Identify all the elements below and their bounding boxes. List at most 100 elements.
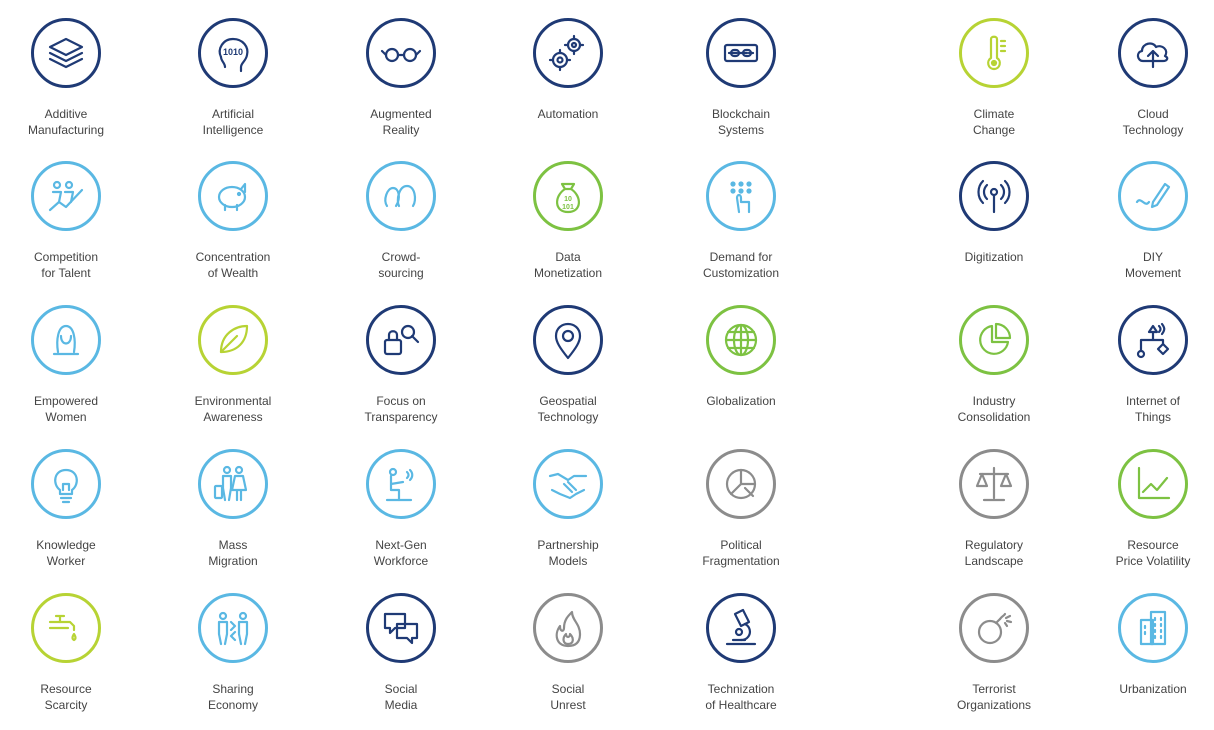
worker-laptop-icon: [385, 467, 414, 502]
trend-item: Blockchain Systems: [681, 15, 801, 155]
trend-item: Knowledge Worker: [6, 446, 126, 586]
trend-icon-circle: [31, 18, 101, 88]
trend-label: Blockchain Systems: [711, 107, 771, 137]
trend-icon-circle: [959, 161, 1029, 231]
cloud-upload-icon: [1136, 42, 1169, 69]
trend-label: Next-Gen Workforce: [373, 538, 429, 568]
people-chart-icon: [48, 180, 84, 212]
trend-icon-circle: [31, 593, 101, 663]
line-chart-icon: [1137, 466, 1171, 500]
trend-icon-circle: [706, 161, 776, 231]
trend-icon-circle: [959, 593, 1029, 663]
trend-icon-circle: 1010: [198, 18, 268, 88]
trend-icon-circle: [198, 161, 268, 231]
scales-icon: [975, 466, 1013, 502]
trend-label: Social Unrest: [550, 682, 586, 712]
layers-icon: [48, 37, 84, 69]
trend-icon-circle: [533, 593, 603, 663]
trend-label: Automation: [537, 107, 599, 121]
trend-item: Competition for Talent: [6, 158, 126, 298]
trend-item: Technization of Healthcare: [681, 590, 801, 730]
trend-label: Environmental Awareness: [194, 394, 272, 424]
trend-item: Additive Manufacturing: [6, 15, 126, 155]
trend-icon-circle: [706, 18, 776, 88]
trend-item: Urbanization: [1093, 590, 1213, 730]
trend-item: Terrorist Organizations: [934, 590, 1054, 730]
trend-item: Industry Consolidation: [934, 302, 1054, 442]
trend-item: Crowd- sourcing: [341, 158, 461, 298]
trend-label: Competition for Talent: [33, 250, 99, 280]
trend-icon-circle: [706, 593, 776, 663]
trend-item: Resource Scarcity: [6, 590, 126, 730]
trend-label: Social Media: [384, 682, 418, 712]
trend-label: Crowd- sourcing: [378, 250, 424, 280]
trend-item: 1010 Artificial Intelligence: [173, 15, 293, 155]
trend-icon-circle: [198, 449, 268, 519]
trend-icon-circle: [533, 18, 603, 88]
faucet-icon: [48, 614, 77, 642]
trend-icon-circle: [31, 305, 101, 375]
people-exchange-icon: [217, 611, 249, 646]
trend-icon-circle: [198, 593, 268, 663]
trend-item: Environmental Awareness: [173, 302, 293, 442]
trend-label: Political Fragmentation: [702, 538, 780, 568]
trend-icon-circle: [366, 18, 436, 88]
trend-icon-circle: [706, 449, 776, 519]
svg-text:1010: 1010: [223, 47, 243, 57]
trend-label: Regulatory Landscape: [964, 538, 1024, 568]
trend-icon-circle: [959, 449, 1029, 519]
trend-icon-circle: [198, 305, 268, 375]
trend-item: Mass Migration: [173, 446, 293, 586]
svg-text:101: 101: [562, 204, 574, 211]
handshake-icon: [548, 472, 588, 500]
trend-label: Industry Consolidation: [957, 394, 1031, 424]
trend-icon-circle: 10 101: [533, 161, 603, 231]
trend-label: Geospatial Technology: [537, 394, 599, 424]
trend-icon-circle: [706, 305, 776, 375]
trend-icon-circle: [366, 161, 436, 231]
touch-keypad-icon: [730, 181, 752, 214]
trend-item: Sharing Economy: [173, 590, 293, 730]
trend-icon-circle: [1118, 161, 1188, 231]
brain-binary-icon: 1010: [218, 37, 249, 73]
trend-label: Additive Manufacturing: [27, 107, 105, 137]
thermometer-icon: [987, 35, 1007, 71]
trend-label: Demand for Customization: [702, 250, 780, 280]
trend-icon-grid: Additive Manufacturing 1010 Artificial Int…: [0, 0, 1214, 712]
pie-chart-icon: [979, 322, 1012, 355]
trend-item: Focus on Transparency: [341, 302, 461, 442]
trend-icon-circle: [1118, 449, 1188, 519]
trend-label: Partnership Models: [537, 538, 599, 568]
trend-item: Resource Price Volatility: [1093, 446, 1213, 586]
trend-item: Augmented Reality: [341, 15, 461, 155]
trend-label: Technization of Healthcare: [705, 682, 777, 712]
trend-label: Resource Price Volatility: [1115, 538, 1191, 568]
trend-item: Automation: [508, 15, 628, 155]
trend-item: Next-Gen Workforce: [341, 446, 461, 586]
trend-icon-circle: [1118, 18, 1188, 88]
trend-label: Terrorist Organizations: [956, 682, 1032, 712]
trend-item: DIY Movement: [1093, 158, 1213, 298]
gears-icon: [548, 34, 585, 72]
trend-label: Urbanization: [1119, 682, 1187, 696]
globe-icon: [724, 323, 758, 357]
trend-label: Focus on Transparency: [364, 394, 438, 424]
trend-icon-circle: [31, 161, 101, 231]
trend-item: Social Unrest: [508, 590, 628, 730]
trend-icon-circle: [533, 305, 603, 375]
trend-item: Social Media: [341, 590, 461, 730]
trend-icon-circle: [366, 449, 436, 519]
svg-text:10: 10: [564, 196, 572, 203]
trend-icon-circle: [1118, 305, 1188, 375]
chat-bubbles-icon: [383, 612, 419, 645]
trend-item: Political Fragmentation: [681, 446, 801, 586]
trend-item: Empowered Women: [6, 302, 126, 442]
microscope-icon: [725, 608, 757, 646]
trend-label: Digitization: [964, 250, 1024, 264]
trend-item: Cloud Technology: [1093, 15, 1213, 155]
trend-label: Artificial Intelligence: [202, 107, 264, 137]
trend-label: Climate Change: [972, 107, 1016, 137]
fragmented-pie-icon: [725, 468, 757, 500]
trend-icon-circle: [31, 449, 101, 519]
map-pin-icon: [554, 322, 582, 360]
